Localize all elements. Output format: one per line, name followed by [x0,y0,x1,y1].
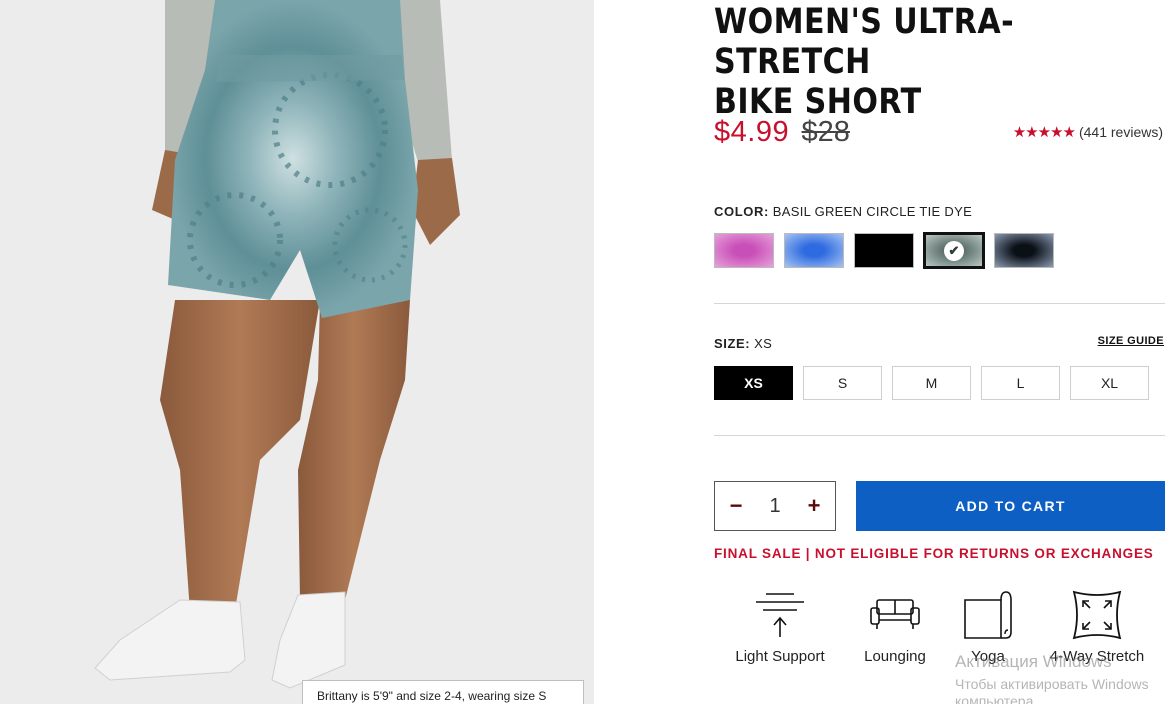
color-label: COLOR: BASIL GREEN CIRCLE TIE DYE [714,204,972,219]
size-option-m[interactable]: M [892,366,971,400]
feature-label: Light Support [735,648,825,665]
original-price: $28 [801,116,850,148]
selected-color-name: BASIL GREEN CIRCLE TIE DYE [772,204,973,219]
swatch-blue-tie-dye[interactable] [784,233,844,268]
watermark-line3: компьютера [955,693,1034,704]
swatch-black[interactable] [854,233,914,268]
yoga-mat-icon [964,591,1012,639]
star-rating-icons: ★★★★★ [1012,124,1076,141]
feature-yoga: Yoga [933,588,1043,665]
rating[interactable]: ★★★★★ (441 reviews) [1013,123,1163,141]
feature-label: 4-Way Stretch [1049,648,1145,665]
increase-quantity-button[interactable]: + [805,495,823,517]
product-title-line1: WOMEN'S ULTRA-STRETCH [714,2,1015,82]
size-label-key: SIZE: [714,336,751,351]
divider [714,303,1165,304]
size-option-l[interactable]: L [981,366,1060,400]
price: $4.99 $28 [714,116,850,152]
light-support-icon [756,593,804,637]
model-wearing-shorts-illustration [94,0,460,689]
quantity-value[interactable]: 1 [769,495,780,518]
size-option-xs[interactable]: XS [714,366,793,400]
feature-label: Yoga [971,648,1005,665]
size-option-s[interactable]: S [803,366,882,400]
swatch-dark-grey-tie-dye[interactable] [994,233,1054,268]
swatch-basil-green-circle-tie-dye[interactable]: ✔ [923,232,985,269]
product-title: WOMEN'S ULTRA-STRETCH BIKE SHORT [714,2,1161,122]
review-count[interactable]: (441 reviews) [1079,124,1163,140]
size-option-xl[interactable]: XL [1070,366,1149,400]
model-size-caption: Brittany is 5'9" and size 2-4, wearing s… [302,680,584,704]
watermark-line2: Чтобы активировать Windows [955,676,1149,692]
final-sale-notice: FINAL SALE | NOT ELIGIBLE FOR RETURNS OR… [714,546,1154,561]
color-label-key: COLOR: [714,204,769,219]
size-options: XS S M L XL [714,366,1149,400]
decrease-quantity-button[interactable]: − [727,495,745,517]
size-label: SIZE: XS [714,336,772,351]
divider [714,435,1165,436]
swatch-pink-tie-dye[interactable] [714,233,774,268]
sale-price: $4.99 [714,116,790,148]
feature-light-support: Light Support [725,588,835,665]
selected-size: XS [754,336,773,351]
quantity-stepper: − 1 + [714,481,836,531]
lounging-icon [870,599,920,629]
product-image[interactable]: Brittany is 5'9" and size 2-4, wearing s… [0,0,594,704]
four-way-stretch-icon [1072,590,1122,640]
color-swatches: ✔ [714,232,1054,269]
feature-4-way-stretch: 4-Way Stretch [1042,588,1152,665]
checkmark-icon: ✔ [944,240,964,261]
add-to-cart-button[interactable]: ADD TO CART [856,481,1165,531]
size-guide-link[interactable]: SIZE GUIDE [1098,335,1164,347]
